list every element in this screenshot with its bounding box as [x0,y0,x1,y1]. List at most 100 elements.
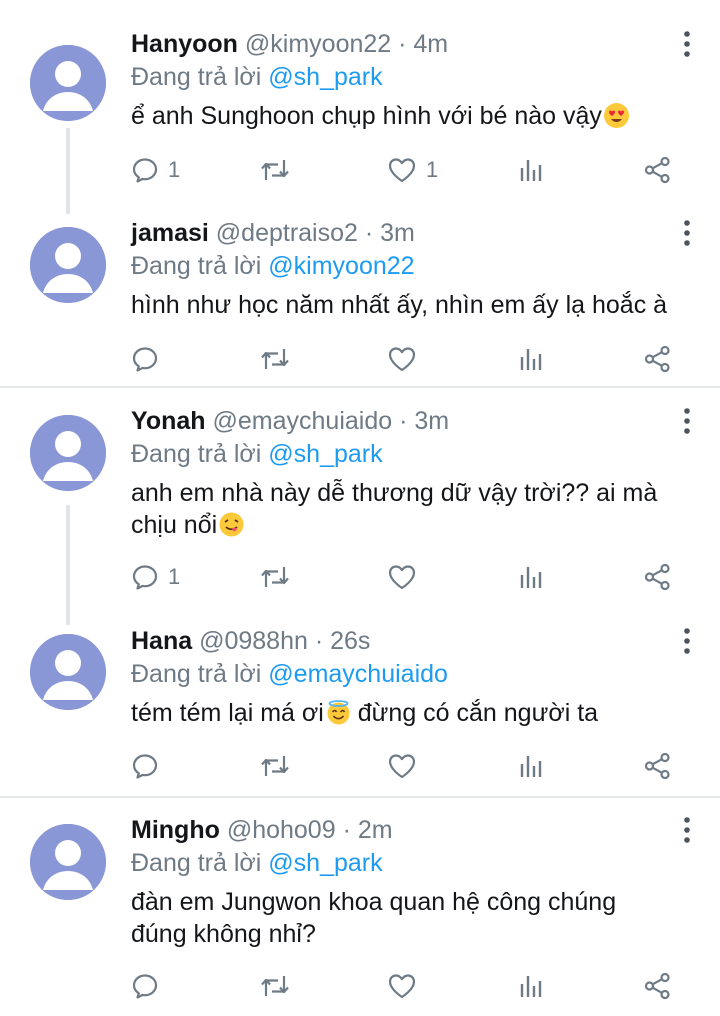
like-button[interactable] [387,966,417,1006]
tweet-text: anh em nhà này dễ thương dữ vậy trời?? a… [131,479,658,539]
analytics-button[interactable] [517,557,545,597]
tweet[interactable]: Hanyoon @kimyoon22 · 4m Đang trả lời @sh… [0,0,720,214]
avatar-placeholder-icon [30,824,106,900]
tweet[interactable]: Hana @0988hn · 26s Đang trả lời @emaychu… [0,622,720,796]
retweet-button[interactable] [259,150,291,190]
reply-button[interactable] [131,339,159,379]
tweet-actions [131,746,700,786]
handle[interactable]: @0988hn [199,627,308,655]
handle[interactable]: @emaychuiaido [213,407,393,435]
timestamp: 2m [357,816,393,844]
retweet-button[interactable] [259,966,291,1006]
replying-to: Đang trả lời @sh_park [131,440,383,468]
like-button[interactable] [387,557,417,597]
handle[interactable]: @kimyoon22 [245,30,391,58]
tweet-header: Hana @0988hn · 26s [131,627,371,655]
analytics-button[interactable] [517,339,545,379]
more-options-icon[interactable] [682,407,692,435]
avatar[interactable] [30,45,106,121]
like-button[interactable] [387,746,417,786]
tweet-header: Yonah @emaychuiaido · 3m [131,407,450,435]
share-button[interactable] [643,557,673,597]
replying-to: Đang trả lời @emaychuiaido [131,660,448,688]
tweet[interactable]: jamasi @deptraiso2 · 3m Đang trả lời @ki… [0,214,720,386]
avatar[interactable] [30,227,106,303]
more-options-icon[interactable] [682,30,692,58]
heart-icon [387,563,417,591]
display-name[interactable]: jamasi [131,219,209,247]
stats-icon [517,156,545,184]
more-options-icon[interactable] [682,627,692,655]
retweet-icon [259,345,291,373]
share-button[interactable] [643,746,673,786]
retweet-button[interactable] [259,557,291,597]
retweet-button[interactable] [259,339,291,379]
heart-icon [387,345,417,373]
tweet-text: tém tém lại má ơi đừng có cắn người ta [131,699,599,727]
mention-link[interactable]: @kimyoon22 [268,252,414,280]
stats-icon [517,752,545,780]
analytics-button[interactable] [517,746,545,786]
reply-button[interactable] [131,746,159,786]
thread-divider [0,386,720,388]
stats-icon [517,563,545,591]
reply-button[interactable] [131,966,159,1006]
tweet[interactable]: Yonah @emaychuiaido · 3m Đang trả lời @s… [0,390,720,622]
thread-divider [0,796,720,798]
share-icon [643,345,673,373]
display-name[interactable]: Mingho [131,816,220,844]
avatar[interactable] [30,415,106,491]
avatar[interactable] [30,824,106,900]
more-options-icon[interactable] [682,219,692,247]
share-button[interactable] [643,966,673,1006]
reply-count: 1 [168,564,181,589]
stats-icon [517,345,545,373]
handle[interactable]: @deptraiso2 [216,219,358,247]
display-name[interactable]: Hanyoon [131,30,238,58]
display-name[interactable]: Yonah [131,407,206,435]
avatar-placeholder-icon [30,227,106,303]
replying-to: Đang trả lời @sh_park [131,849,383,877]
halo-smile-emoji [326,700,351,725]
display-name[interactable]: Hana [131,627,192,655]
handle[interactable]: @hoho09 [227,816,336,844]
tweet-text: hình như học năm nhất ấy, nhìn em ấy lạ … [131,291,668,319]
avatar[interactable] [30,634,106,710]
share-icon [643,752,673,780]
share-button[interactable] [643,150,673,190]
reply-button[interactable]: 1 [131,557,180,597]
share-icon [643,563,673,591]
mention-link[interactable]: @sh_park [268,440,382,468]
heart-icon [387,156,417,184]
retweet-button[interactable] [259,746,291,786]
reply-icon [131,752,159,780]
avatar-placeholder-icon [30,415,106,491]
analytics-button[interactable] [517,966,545,1006]
share-icon [643,156,673,184]
heart-icon [387,972,417,1000]
share-icon [643,972,673,1000]
reply-button[interactable]: 1 [131,150,180,190]
timestamp: 4m [413,30,449,58]
reply-icon [131,972,159,1000]
tweet-actions [131,339,700,379]
replying-to: Đang trả lời @kimyoon22 [131,252,415,280]
mention-link[interactable]: @sh_park [268,63,382,91]
like-button[interactable]: 1 [387,150,438,190]
replying-to: Đang trả lời @sh_park [131,63,383,91]
tweet-actions [131,966,700,1006]
reply-icon [131,345,159,373]
analytics-button[interactable] [517,150,545,190]
timestamp: 3m [380,219,415,247]
like-button[interactable] [387,339,417,379]
reply-count: 1 [168,157,181,182]
tweet-header: Hanyoon @kimyoon22 · 4m [131,30,449,58]
mention-link[interactable]: @emaychuiaido [268,660,448,688]
tweet-actions: 1 [131,557,700,597]
tweet[interactable]: Mingho @hoho09 · 2m Đang trả lời @sh_par… [0,800,720,1016]
mention-link[interactable]: @sh_park [268,849,382,877]
timestamp: 3m [414,407,450,435]
share-button[interactable] [643,339,673,379]
more-options-icon[interactable] [682,816,692,844]
timestamp: 26s [330,627,371,655]
